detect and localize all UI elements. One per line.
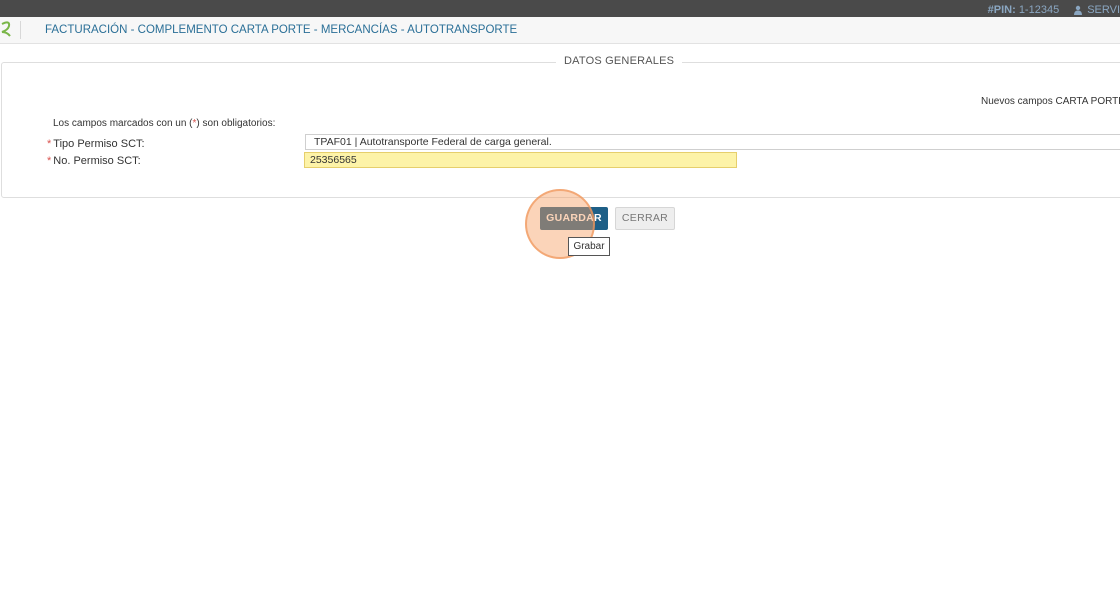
no-permiso-label: * No. Permiso SCT: [47,155,141,167]
user-menu[interactable]: SERVI [1073,4,1120,16]
general-data-panel [1,62,1120,198]
tipo-permiso-label: * Tipo Permiso SCT: [47,138,145,150]
save-button[interactable]: GUARDAR [540,207,608,230]
save-tooltip: Grabar [568,237,610,256]
tipo-permiso-select[interactable]: TPAF01 | Autotransporte Federal de carga… [305,134,1120,150]
pin-display: #PIN: 1-12345 [988,4,1060,16]
no-permiso-label-text: No. Permiso SCT: [53,155,141,167]
title-divider [20,21,21,39]
page-title: FACTURACIÓN - COMPLEMENTO CARTA PORTE - … [45,24,518,36]
user-name: SERVI [1087,4,1120,16]
required-marker: * [47,155,52,167]
pin-value: 1-12345 [1018,4,1060,16]
pin-label: #PIN: [987,4,1016,16]
topbar-info: #PIN: 1-12345 SERVI [988,3,1120,17]
required-fields-note: Los campos marcados con un (*) son oblig… [53,118,275,129]
close-button[interactable]: CERRAR [615,207,675,230]
section-title: DATOS GENERALES [556,55,683,67]
required-marker: * [47,138,52,150]
app-logo-icon [1,21,11,37]
required-note-text-end: ) son obligatorios: [196,118,276,129]
required-note-text-start: Los campos marcados con un ( [53,118,193,129]
user-icon [1074,5,1083,15]
title-bar: FACTURACIÓN - COMPLEMENTO CARTA PORTE - … [0,17,1120,44]
new-fields-notice: Nuevos campos CARTA PORTE ver [981,96,1120,107]
tipo-permiso-label-text: Tipo Permiso SCT: [53,138,145,150]
no-permiso-input[interactable]: 25356565 [304,152,737,168]
top-bar: #PIN: 1-12345 SERVI [0,0,1120,17]
